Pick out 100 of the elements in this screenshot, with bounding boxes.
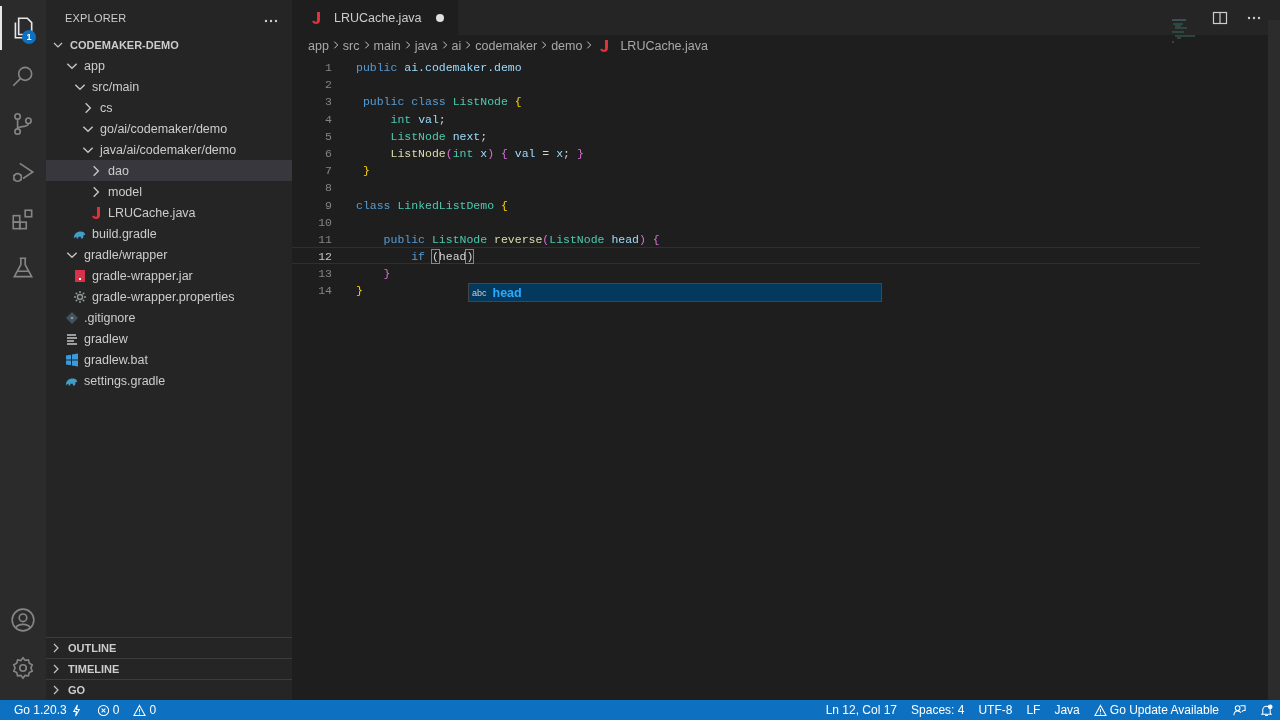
line-number: 5	[324, 128, 332, 143]
folder-name[interactable]: java/ai/codemaker/demo	[100, 142, 237, 157]
folder-name[interactable]: app	[84, 58, 105, 73]
folder-name[interactable]: src/main	[92, 79, 140, 94]
java-file-icon	[309, 10, 323, 25]
line-number: 13	[317, 266, 332, 281]
gear-icon	[73, 289, 87, 304]
status-item[interactable]: Go 1.20.3	[0, 700, 90, 720]
line-number: 3	[324, 94, 332, 109]
tree-row[interactable]: go/ai/codemaker/demo	[46, 118, 292, 139]
status-item[interactable]: 0	[89, 700, 127, 720]
tree-row[interactable]: java/ai/codemaker/demo	[46, 139, 292, 160]
folder-name[interactable]: gradle/wrapper	[84, 247, 168, 262]
tree-row[interactable]: gradlew	[46, 328, 292, 349]
tree-row[interactable]: .gitignore	[46, 307, 292, 328]
sidebar-title: EXPLORER	[65, 11, 127, 24]
line-number: 11	[317, 231, 332, 247]
breadcrumb-item[interactable]: main	[373, 39, 401, 53]
count-badge: 1	[22, 30, 36, 44]
status-item[interactable]: Java	[1047, 700, 1087, 720]
panel-title[interactable]: OUTLINE	[68, 642, 117, 654]
code-line: public class ListNode {	[361, 94, 522, 109]
breadcrumb-item[interactable]: src	[342, 39, 360, 53]
tree-row[interactable]: dao	[46, 160, 292, 181]
panel-title[interactable]: TIMELINE	[68, 663, 120, 675]
tree-row[interactable]: app	[46, 55, 292, 76]
status-item[interactable]: UTF-8	[971, 700, 1020, 720]
file-name[interactable]: gradle-wrapper.jar	[92, 268, 193, 283]
line-number: 1	[324, 60, 332, 75]
line-number: 9	[324, 197, 332, 212]
file-name[interactable]: LRUCache.java	[108, 205, 196, 220]
code-line: int val;	[389, 111, 446, 126]
folder-name[interactable]: go/ai/codemaker/demo	[100, 121, 228, 136]
more-icon[interactable]	[264, 18, 278, 23]
tree-row[interactable]: src/main	[46, 76, 292, 97]
status-item[interactable]: LF	[1019, 700, 1048, 720]
tree-row[interactable]: gradlew.bat	[46, 349, 292, 370]
breadcrumb-item[interactable]: java	[414, 39, 438, 53]
tree-row[interactable]: gradle-wrapper.jar	[46, 265, 292, 286]
line-number: 8	[324, 180, 332, 195]
editor-tab[interactable]: LRUCache.java	[292, 0, 458, 35]
folder-name[interactable]: cs	[100, 100, 113, 115]
tree-row[interactable]: model	[46, 181, 292, 202]
line-number: 4	[324, 111, 332, 126]
code-line: public ListNode reverse(ListNode head) {	[382, 231, 660, 247]
code-line: class LinkedListDemo {	[356, 197, 508, 212]
line-number: 10	[317, 214, 332, 229]
status-item[interactable]: Go Update Available	[1086, 700, 1226, 720]
code-line: ListNode(int x) { val = x; }	[389, 145, 584, 161]
breadcrumb-item[interactable]: app	[308, 39, 329, 53]
line-number: 12	[317, 249, 332, 264]
split-editor-icon[interactable]	[1212, 9, 1228, 26]
file-name[interactable]: gradle-wrapper.properties	[92, 289, 235, 304]
feedback-icon[interactable]	[1233, 703, 1246, 717]
file-name[interactable]: gradlew.bat	[84, 352, 148, 367]
workspace-name[interactable]: CODEMAKER-DEMO	[70, 39, 179, 51]
breadcrumb-item[interactable]: codemaker	[475, 39, 538, 53]
line-number: 14	[317, 283, 332, 298]
status-item[interactable]: 0	[126, 700, 164, 720]
folder-name[interactable]: dao	[108, 163, 129, 178]
bell-icon[interactable]	[1260, 703, 1273, 717]
error-icon	[96, 703, 110, 717]
tree-row[interactable]: LRUCache.java	[46, 202, 292, 223]
text-lines-icon	[65, 331, 79, 346]
status-item[interactable]: Spaces: 4	[904, 700, 972, 720]
code-line: }	[361, 163, 370, 178]
warning-icon	[133, 703, 147, 717]
status-item[interactable]: Ln 12, Col 17	[818, 700, 905, 720]
unsaved-dot	[435, 13, 444, 22]
file-name[interactable]: settings.gradle	[84, 373, 166, 388]
jar-file-icon	[73, 268, 87, 283]
file-name[interactable]: .gitignore	[84, 310, 136, 325]
tree-row[interactable]: cs	[46, 97, 292, 118]
breadcrumb-item[interactable]: demo	[551, 39, 583, 53]
breadcrumb-item[interactable]: LRUCache.java	[620, 39, 708, 53]
code-line: public ai.codemaker.demo	[356, 60, 522, 75]
breadcrumb-item[interactable]: ai	[451, 39, 462, 53]
tree-row[interactable]: gradle/wrapper	[46, 244, 292, 265]
settings-icon[interactable]	[10, 655, 36, 681]
tree-row[interactable]: build.gradle	[46, 223, 292, 244]
windows-icon	[65, 352, 79, 367]
code-line: }	[382, 266, 391, 281]
code-line: ListNode next;	[389, 128, 488, 143]
git-file-icon	[65, 310, 79, 325]
line-number: 7	[324, 163, 332, 178]
line-number: 6	[324, 145, 332, 161]
tree-row[interactable]: gradle-wrapper.properties	[46, 286, 292, 307]
line-number: 2	[324, 77, 332, 92]
tree-row[interactable]: settings.gradle	[46, 370, 292, 391]
panel-title[interactable]: GO	[68, 684, 86, 696]
scrollbar[interactable]	[1268, 20, 1280, 700]
suggestion-text: head	[492, 285, 522, 300]
folder-name[interactable]: model	[108, 184, 143, 199]
code-line: }	[356, 283, 363, 298]
kind-label: abc	[472, 287, 487, 298]
java-file-icon	[89, 205, 103, 220]
suggestion-item[interactable]: abc head	[469, 284, 881, 301]
account-icon[interactable]	[10, 607, 36, 633]
file-name[interactable]: build.gradle	[92, 226, 157, 241]
file-name[interactable]: gradlew	[84, 331, 128, 346]
